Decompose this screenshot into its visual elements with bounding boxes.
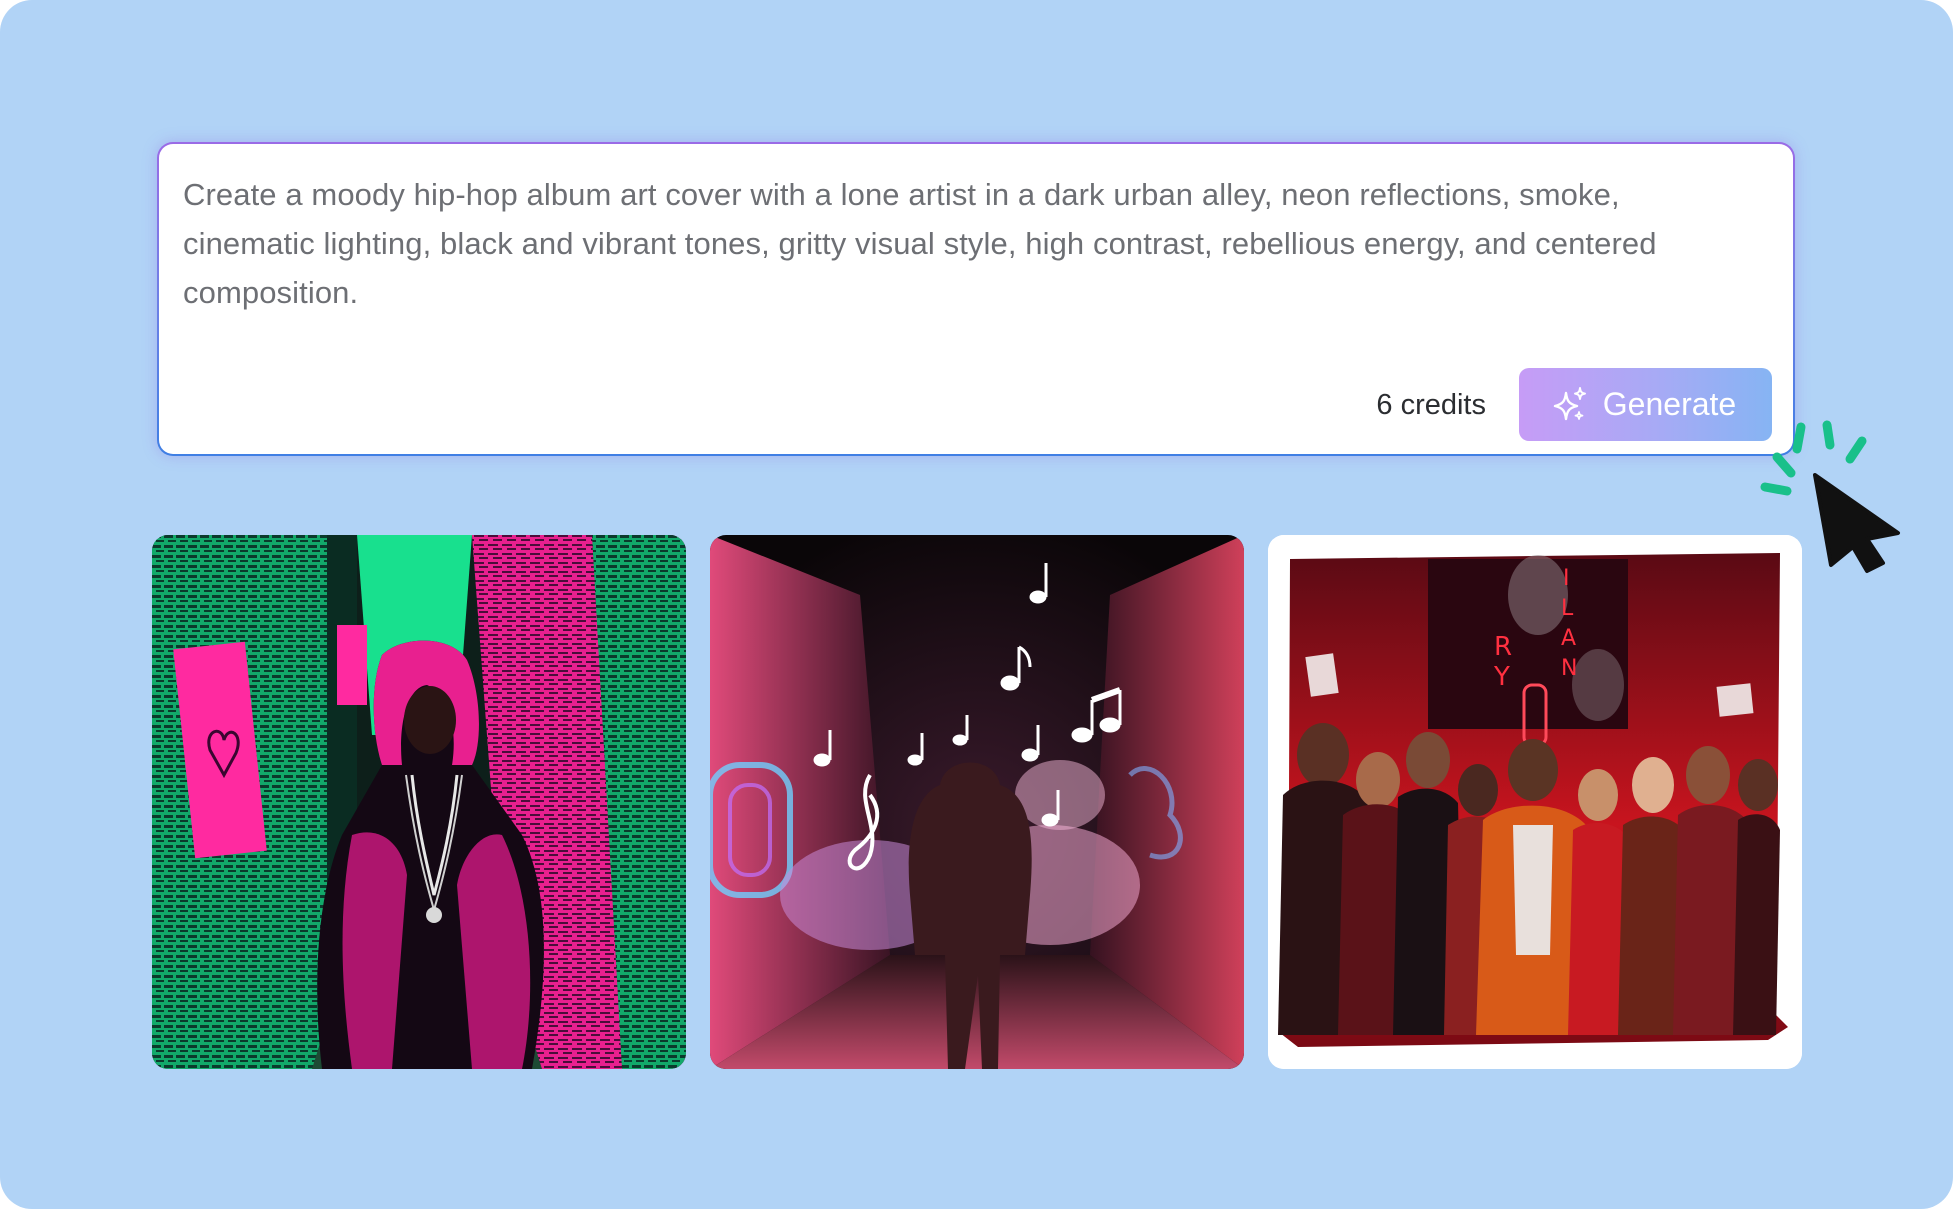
svg-text:Y: Y (1493, 662, 1510, 692)
credits-label: 6 credits (1376, 389, 1486, 421)
prompt-textarea[interactable]: Create a moody hip-hop album art cover w… (183, 170, 1759, 317)
generated-image-3[interactable]: R Y I L A N (1268, 535, 1802, 1069)
svg-text:I: I (1563, 566, 1570, 591)
svg-text:N: N (1561, 656, 1577, 681)
mouse-pointer-icon (1755, 415, 1905, 575)
svg-text:A: A (1561, 626, 1576, 651)
page-canvas: Create a moody hip-hop album art cover w… (0, 0, 1953, 1209)
generated-image-2[interactable] (710, 535, 1244, 1069)
svg-text:R: R (1494, 632, 1512, 662)
generated-image-1[interactable] (152, 535, 686, 1069)
generate-label: Generate (1602, 386, 1737, 422)
generate-button[interactable]: Generate (1519, 368, 1772, 441)
svg-text:L: L (1561, 596, 1574, 621)
prompt-card: Create a moody hip-hop album art cover w… (157, 142, 1795, 456)
sparkles-icon (1549, 385, 1589, 425)
